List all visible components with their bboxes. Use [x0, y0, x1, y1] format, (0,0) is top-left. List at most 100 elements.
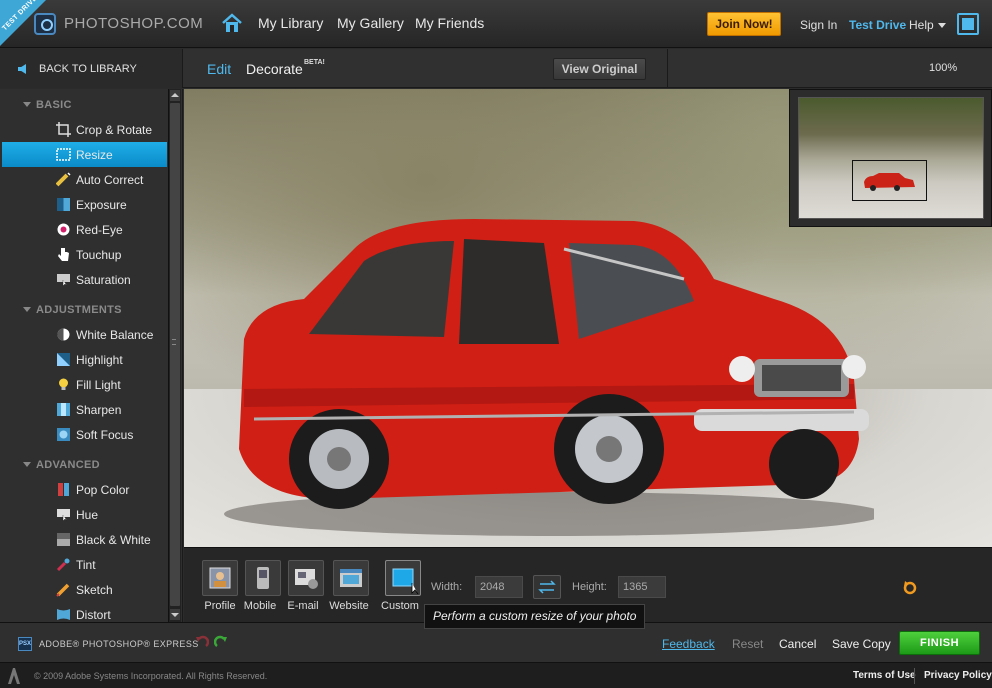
preset-website-button[interactable]	[333, 560, 369, 596]
tool-label: Pop Color	[76, 483, 130, 497]
tool-soft-focus[interactable]: Soft Focus	[2, 422, 167, 447]
tool-label: Saturation	[76, 273, 131, 287]
footer: © 2009 Adobe Systems Incorporated. All R…	[0, 662, 992, 688]
join-now-button[interactable]: Join Now!	[707, 12, 781, 36]
scroll-up-icon[interactable]	[170, 90, 180, 101]
feedback-link[interactable]: Feedback	[662, 637, 715, 651]
tool-resize[interactable]: Resize	[2, 142, 167, 167]
section-label: ADJUSTMENTS	[36, 304, 122, 316]
preset-custom-button[interactable]	[385, 560, 421, 596]
swap-dimensions-button[interactable]	[533, 575, 561, 599]
redo-icon[interactable]	[214, 635, 228, 649]
tool-fill-light[interactable]: Fill Light	[2, 372, 167, 397]
tool-label: Tint	[76, 558, 96, 572]
tool-label: Distort	[76, 608, 111, 622]
tab-decorate[interactable]: Decorate	[246, 61, 303, 77]
save-copy-button[interactable]: Save Copy	[832, 637, 891, 651]
tool-label: Auto Correct	[76, 173, 144, 187]
distort-icon	[57, 609, 70, 620]
height-label: Height:	[572, 581, 607, 593]
test-drive-link[interactable]: Test Drive	[849, 18, 906, 32]
exposure-icon	[57, 198, 70, 211]
preset-email-button[interactable]	[288, 560, 324, 596]
preset-mobile-button[interactable]	[245, 560, 281, 596]
tool-touchup[interactable]: Touchup	[2, 242, 167, 267]
thumbnail-car	[864, 173, 915, 191]
hue-icon	[57, 509, 70, 522]
copyright-text: © 2009 Adobe Systems Incorporated. All R…	[34, 671, 268, 681]
section-advanced[interactable]: ADVANCED	[0, 452, 166, 477]
scroll-down-icon[interactable]	[170, 609, 180, 620]
editor-header: BACK TO LIBRARY Edit Decorate BETA! View…	[0, 49, 992, 88]
saturation-icon	[57, 274, 70, 287]
section-label: ADVANCED	[36, 459, 100, 471]
adobe-logo-icon	[8, 668, 20, 684]
tools-sidebar: BASIC Crop & Rotate Resize Auto Correct …	[0, 89, 183, 622]
sharpen-icon	[57, 403, 70, 416]
dropper-icon	[56, 558, 70, 572]
black-white-icon	[57, 533, 70, 546]
swap-arrows-icon	[538, 580, 556, 594]
back-to-library-label: BACK TO LIBRARY	[39, 63, 137, 75]
terms-of-use-link[interactable]: Terms of Use	[853, 670, 916, 681]
email-icon	[295, 569, 318, 589]
pop-color-icon	[58, 483, 69, 496]
nav-my-library[interactable]: My Library	[258, 15, 323, 31]
section-label: BASIC	[36, 99, 72, 111]
tool-distort[interactable]: Distort	[2, 602, 167, 622]
tool-black-white[interactable]: Black & White	[2, 527, 167, 552]
nav-my-gallery[interactable]: My Gallery	[337, 15, 404, 31]
tool-sketch[interactable]: Sketch	[2, 577, 167, 602]
brand-name[interactable]: PHOTOSHOP.COM	[64, 15, 203, 32]
navigator-thumbnail[interactable]	[798, 97, 984, 219]
tool-label: Resize	[76, 148, 113, 162]
tool-red-eye[interactable]: Red-Eye	[2, 217, 167, 242]
reset-button[interactable]: Reset	[732, 637, 763, 651]
tool-auto-correct[interactable]: Auto Correct	[2, 167, 167, 192]
sidebar-scrollbar[interactable]	[168, 89, 181, 622]
cancel-button[interactable]: Cancel	[779, 637, 816, 651]
view-original-button[interactable]: View Original	[553, 58, 646, 80]
tool-exposure[interactable]: Exposure	[2, 192, 167, 217]
tool-highlight[interactable]: Highlight	[2, 347, 167, 372]
section-basic[interactable]: BASIC	[0, 92, 166, 117]
help-chevron-down-icon[interactable]	[938, 23, 946, 28]
fullscreen-icon[interactable]	[957, 13, 979, 35]
tool-label: Red-Eye	[76, 223, 123, 237]
tool-crop-rotate[interactable]: Crop & Rotate	[2, 117, 167, 142]
home-icon[interactable]	[221, 12, 243, 34]
help-menu[interactable]: Help	[909, 18, 934, 32]
magic-wand-icon	[56, 172, 71, 187]
mobile-phone-icon	[257, 567, 269, 589]
sign-in-link[interactable]: Sign In	[800, 18, 837, 32]
nav-my-friends[interactable]: My Friends	[415, 15, 484, 31]
preset-profile-button[interactable]	[202, 560, 238, 596]
tool-tint[interactable]: Tint	[2, 552, 167, 577]
height-input[interactable]: 1365	[618, 576, 666, 598]
photoshop-logo-icon[interactable]	[34, 13, 56, 35]
back-to-library-button[interactable]: BACK TO LIBRARY	[0, 49, 183, 88]
light-bulb-icon	[59, 378, 68, 390]
tool-white-balance[interactable]: White Balance	[2, 322, 167, 347]
tool-hue[interactable]: Hue	[2, 502, 167, 527]
finish-button[interactable]: FINISH	[899, 631, 980, 655]
privacy-policy-link[interactable]: Privacy Policy	[924, 670, 992, 681]
reset-rotate-icon[interactable]	[902, 579, 918, 595]
tool-label: Fill Light	[76, 378, 121, 392]
tool-label: Black & White	[76, 533, 151, 547]
highlight-icon	[57, 353, 70, 366]
tool-pop-color[interactable]: Pop Color	[2, 477, 167, 502]
tool-saturation[interactable]: Saturation	[2, 267, 167, 292]
tab-edit[interactable]: Edit	[207, 61, 231, 77]
section-adjustments[interactable]: ADJUSTMENTS	[0, 297, 166, 322]
navigator-viewport[interactable]	[852, 160, 927, 201]
grip-icon[interactable]	[172, 339, 176, 345]
width-input[interactable]: 2048	[475, 576, 523, 598]
undo-icon[interactable]	[195, 635, 209, 649]
tool-label: Highlight	[76, 353, 123, 367]
custom-resize-tooltip: Perform a custom resize of your photo	[424, 604, 646, 629]
tool-sharpen[interactable]: Sharpen	[2, 397, 167, 422]
preset-label: E-mail	[287, 600, 319, 612]
divider	[914, 668, 915, 684]
scroll-thumb[interactable]	[170, 103, 180, 606]
